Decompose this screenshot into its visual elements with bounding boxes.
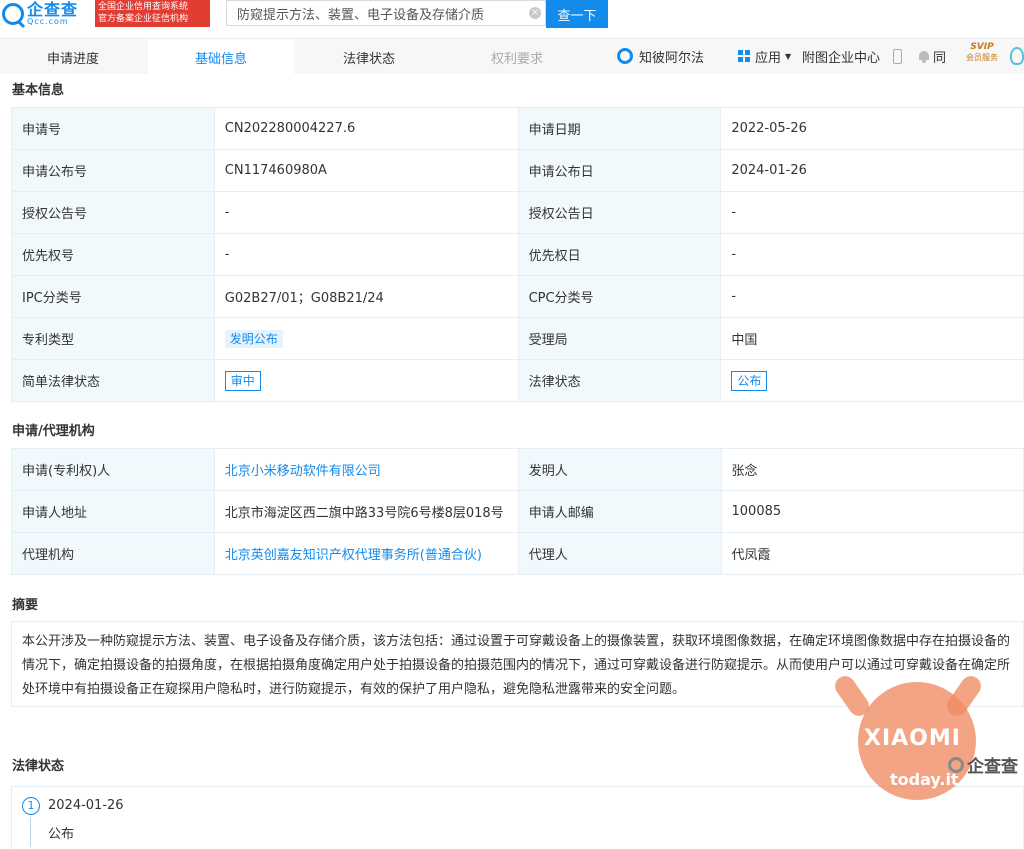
agency-title: 申请/代理机构 bbox=[12, 424, 95, 439]
notification-button[interactable]: 同 bbox=[918, 43, 946, 69]
label-simple-legal-status: 简单法律状态 bbox=[11, 359, 215, 402]
tab-application-progress[interactable]: 申请进度 bbox=[0, 39, 146, 75]
top-header: 企查查 Qcc.com 全国企业信用查询系统 官方备案企业征信机构 防窥提示方法… bbox=[0, 0, 1024, 30]
search-input-value: 防窥提示方法、装置、电子设备及存储介质 bbox=[237, 7, 485, 23]
value-agent: 代凤霞 bbox=[720, 532, 1024, 575]
search-button[interactable]: 查一下 bbox=[546, 0, 608, 28]
label-receiving-office: 受理局 bbox=[517, 317, 722, 360]
value-application-no: CN202280004227.6 bbox=[213, 107, 519, 150]
label-inventor: 发明人 bbox=[517, 448, 722, 491]
table-row: IPC分类号 G02B27/01；G08B21/24 CPC分类号 - bbox=[11, 275, 1024, 318]
label-publication-no: 申请公布号 bbox=[11, 149, 215, 192]
label-legal-status: 法律状态 bbox=[517, 359, 722, 402]
label-cpc: CPC分类号 bbox=[517, 275, 722, 318]
label-applicant-address: 申请人地址 bbox=[11, 490, 215, 533]
value-cpc: - bbox=[720, 275, 1024, 318]
table-row: 申请人地址 北京市海淀区西二旗中路33号院6号楼8层018号 申请人邮编 100… bbox=[11, 490, 1024, 533]
zbaf-icon bbox=[617, 48, 633, 64]
xiaomi-today-watermark: XIAOMI today.it bbox=[831, 672, 985, 800]
value-grant-no: - bbox=[213, 191, 519, 234]
dolphin-icon[interactable] bbox=[1010, 47, 1024, 65]
value-priority-no: - bbox=[213, 233, 519, 276]
value-postcode: 100085 bbox=[720, 490, 1024, 533]
zbaf-button[interactable]: 知彼阿尔法 bbox=[617, 43, 704, 69]
table-row: 授权公告号 - 授权公告日 - bbox=[11, 191, 1024, 234]
label-grant-date: 授权公告日 bbox=[517, 191, 722, 234]
timeline-status: 公布 bbox=[48, 827, 75, 842]
value-publication-date: 2024-01-26 bbox=[720, 149, 1024, 192]
value-inventor: 张念 bbox=[720, 448, 1024, 491]
table-row: 专利类型 发明公布 受理局 中国 bbox=[11, 317, 1024, 360]
label-applicant: 申请(专利权)人 bbox=[11, 448, 215, 491]
caret-down-icon: ▼ bbox=[785, 51, 792, 61]
applicant-link[interactable]: 北京小米移动软件有限公司 bbox=[213, 448, 519, 491]
bell-icon bbox=[918, 50, 930, 63]
table-row: 优先权号 - 优先权日 - bbox=[11, 233, 1024, 276]
value-publication-no: CN117460980A bbox=[213, 149, 519, 192]
label-agency: 代理机构 bbox=[11, 532, 215, 575]
logo-name: 企查查 bbox=[27, 0, 79, 19]
logo-badge: 全国企业信用查询系统 官方备案企业征信机构 bbox=[95, 0, 210, 27]
tab-legal-status[interactable]: 法律状态 bbox=[296, 39, 442, 75]
value-legal-status: 公布 bbox=[720, 359, 1024, 402]
label-ipc: IPC分类号 bbox=[11, 275, 215, 318]
clear-icon[interactable]: × bbox=[529, 7, 541, 19]
label-application-no: 申请号 bbox=[11, 107, 215, 150]
table-row: 申请(专利权)人 北京小米移动软件有限公司 发明人 张念 bbox=[11, 448, 1024, 491]
value-patent-type: 发明公布 bbox=[213, 317, 519, 360]
table-row: 申请号 CN202280004227.6 申请日期 2022-05-26 bbox=[11, 107, 1024, 150]
abstract-title: 摘要 bbox=[12, 598, 39, 613]
value-ipc: G02B27/01；G08B21/24 bbox=[213, 275, 519, 318]
value-simple-legal-status: 审中 bbox=[213, 359, 519, 402]
apps-menu[interactable]: 应用 ▼ bbox=[738, 43, 791, 69]
search-input[interactable]: 防窥提示方法、装置、电子设备及存储介质 × bbox=[226, 0, 546, 26]
patent-type-tag: 发明公布 bbox=[224, 329, 283, 348]
timeline-line bbox=[30, 817, 31, 847]
tab-basic-info[interactable]: 基础信息 bbox=[148, 39, 294, 75]
simple-legal-status-tag: 审中 bbox=[224, 370, 261, 391]
label-priority-date: 优先权日 bbox=[517, 233, 722, 276]
tab-bar: 申请进度 基础信息 法律状态 权利要求 知彼阿尔法 应用 ▼ 附图企业中心 同 … bbox=[0, 38, 1024, 75]
value-application-date: 2022-05-26 bbox=[720, 107, 1024, 150]
tab-claims[interactable]: 权利要求 bbox=[444, 39, 590, 75]
basic-info-title: 基本信息 bbox=[12, 83, 65, 98]
label-patent-type: 专利类型 bbox=[11, 317, 215, 360]
timeline-step-number: 1 bbox=[22, 797, 40, 815]
qcc-watermark: 企查查 bbox=[948, 752, 1018, 777]
logo-domain: Qcc.com bbox=[27, 17, 69, 26]
table-row: 申请公布号 CN117460980A 申请公布日 2024-01-26 bbox=[11, 149, 1024, 192]
enterprise-center-link[interactable]: 附图企业中心 bbox=[802, 43, 880, 69]
phone-icon[interactable] bbox=[893, 43, 902, 69]
legal-status-title: 法律状态 bbox=[12, 759, 65, 774]
label-application-date: 申请日期 bbox=[517, 107, 722, 150]
apps-grid-icon bbox=[738, 50, 750, 62]
label-agent: 代理人 bbox=[517, 532, 722, 575]
value-grant-date: - bbox=[720, 191, 1024, 234]
table-row: 简单法律状态 审中 法律状态 公布 bbox=[11, 359, 1024, 402]
value-receiving-office: 中国 bbox=[720, 317, 1024, 360]
timeline-date: 2024-01-26 bbox=[48, 798, 124, 813]
value-applicant-address: 北京市海淀区西二旗中路33号院6号楼8层018号 bbox=[213, 490, 519, 533]
qcc-watermark-icon bbox=[948, 756, 964, 773]
agency-link[interactable]: 北京英创嘉友知识产权代理事务所(普通合伙) bbox=[213, 532, 519, 575]
table-row: 代理机构 北京英创嘉友知识产权代理事务所(普通合伙) 代理人 代凤霞 bbox=[11, 532, 1024, 575]
qcc-logo[interactable]: 企查查 Qcc.com bbox=[2, 1, 78, 27]
label-priority-no: 优先权号 bbox=[11, 233, 215, 276]
basic-info-table: 申请号 CN202280004227.6 申请日期 2022-05-26 申请公… bbox=[11, 107, 1024, 402]
label-grant-no: 授权公告号 bbox=[11, 191, 215, 234]
label-publication-date: 申请公布日 bbox=[517, 149, 722, 192]
watermark-brand: XIAOMI bbox=[864, 726, 961, 751]
label-postcode: 申请人邮编 bbox=[517, 490, 722, 533]
qcc-logo-icon bbox=[2, 3, 24, 25]
svip-badge[interactable]: SVIP 会员服务 bbox=[962, 43, 1002, 62]
agency-table: 申请(专利权)人 北京小米移动软件有限公司 发明人 张念 申请人地址 北京市海淀… bbox=[11, 448, 1024, 575]
legal-status-tag: 公布 bbox=[731, 370, 768, 391]
value-priority-date: - bbox=[720, 233, 1024, 276]
